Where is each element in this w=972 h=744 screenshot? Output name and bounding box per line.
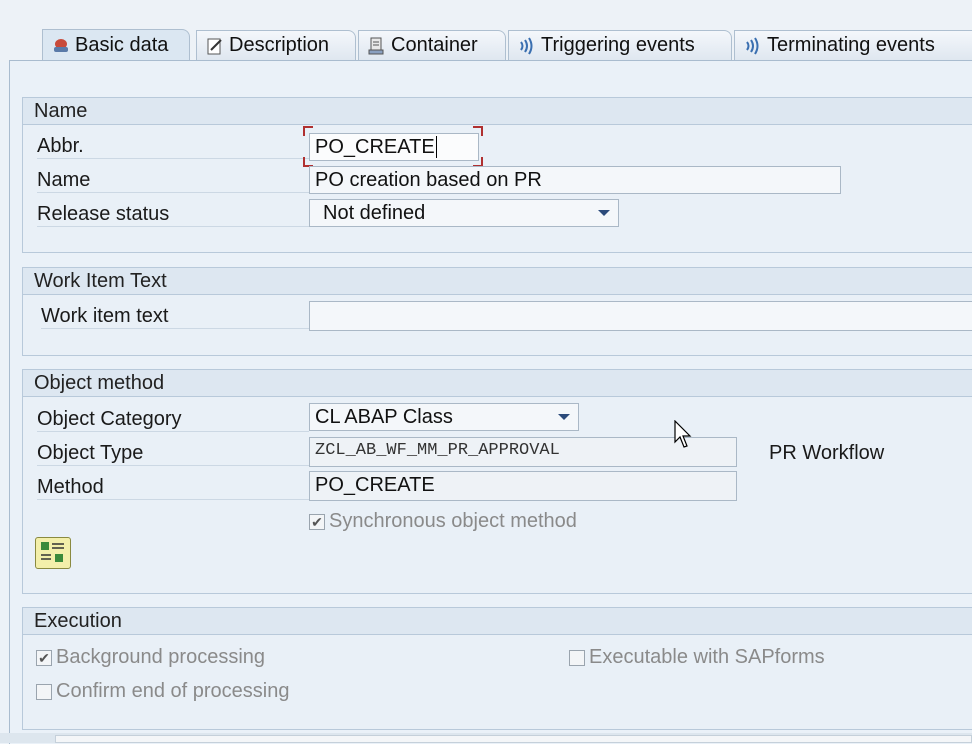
tab-container[interactable]: Container [358,30,506,60]
work-item-text-field[interactable] [309,301,972,331]
tab-label: Basic data [75,34,169,56]
group-header: Execution [23,608,972,635]
tab-terminating-events[interactable]: Terminating events [734,30,972,60]
object-method-group: Object method Object Category CL ABAP Cl… [22,369,972,594]
background-processing-checkbox[interactable]: ✔ Background processing [36,646,265,669]
focus-corner [303,126,313,136]
work-item-text-group: Work Item Text Work item text [22,267,972,356]
tab-basic-data[interactable]: Basic data [42,29,190,61]
chevron-down-icon [558,414,570,420]
object-type-label: Object Type [37,442,309,466]
tab-label: Triggering events [541,34,695,56]
tab-label: Container [391,34,478,56]
name-field[interactable]: PO creation based on PR [309,166,841,194]
event-icon [517,36,537,56]
horizontal-scrollbar[interactable] [0,733,972,743]
checkmark-icon: ✔ [309,513,325,530]
work-item-text-label: Work item text [41,305,309,329]
execution-group: Execution ✔ Background processing Execut… [22,607,972,730]
sapforms-checkbox[interactable]: Executable with SAPforms [569,646,825,669]
synchronous-checkbox[interactable]: ✔ Synchronous object method [309,510,577,533]
tab-label: Terminating events [767,34,935,56]
focus-corner [473,126,483,136]
object-type-field[interactable]: ZCL_AB_WF_MM_PR_APPROVAL [309,437,737,467]
name-label: Name [37,169,309,193]
checkmark-icon: ✔ [36,649,52,666]
confirm-end-checkbox[interactable]: Confirm end of processing [36,680,289,703]
mouse-cursor-icon [674,420,692,448]
object-category-label: Object Category [37,408,309,432]
release-status-dropdown[interactable]: Not defined [309,199,619,227]
release-status-label: Release status [37,203,309,227]
basic-data-icon [51,36,71,56]
pencil-icon [205,36,225,56]
object-type-description: PR Workflow [769,442,885,464]
group-header: Object method [23,370,972,397]
tab-strip: Basic data Description Container Trigger… [0,0,972,62]
event-icon [743,36,763,56]
group-header: Work Item Text [23,268,972,295]
name-group: Name Abbr. PO_CREATE Name PO creation ba… [22,97,972,253]
method-field[interactable]: PO_CREATE [309,471,737,501]
tab-label: Description [229,34,330,56]
binding-button[interactable] [35,537,71,569]
method-label: Method [37,476,309,500]
container-icon [367,36,387,56]
abbr-field[interactable]: PO_CREATE [309,133,479,161]
tab-description[interactable]: Description [196,30,356,60]
binding-icon [41,542,64,562]
chevron-down-icon [598,210,610,216]
abbr-label: Abbr. [37,135,309,159]
scroll-track[interactable] [55,735,972,743]
tab-triggering-events[interactable]: Triggering events [508,30,732,60]
object-category-dropdown[interactable]: CL ABAP Class [309,403,579,431]
group-header: Name [23,98,972,125]
